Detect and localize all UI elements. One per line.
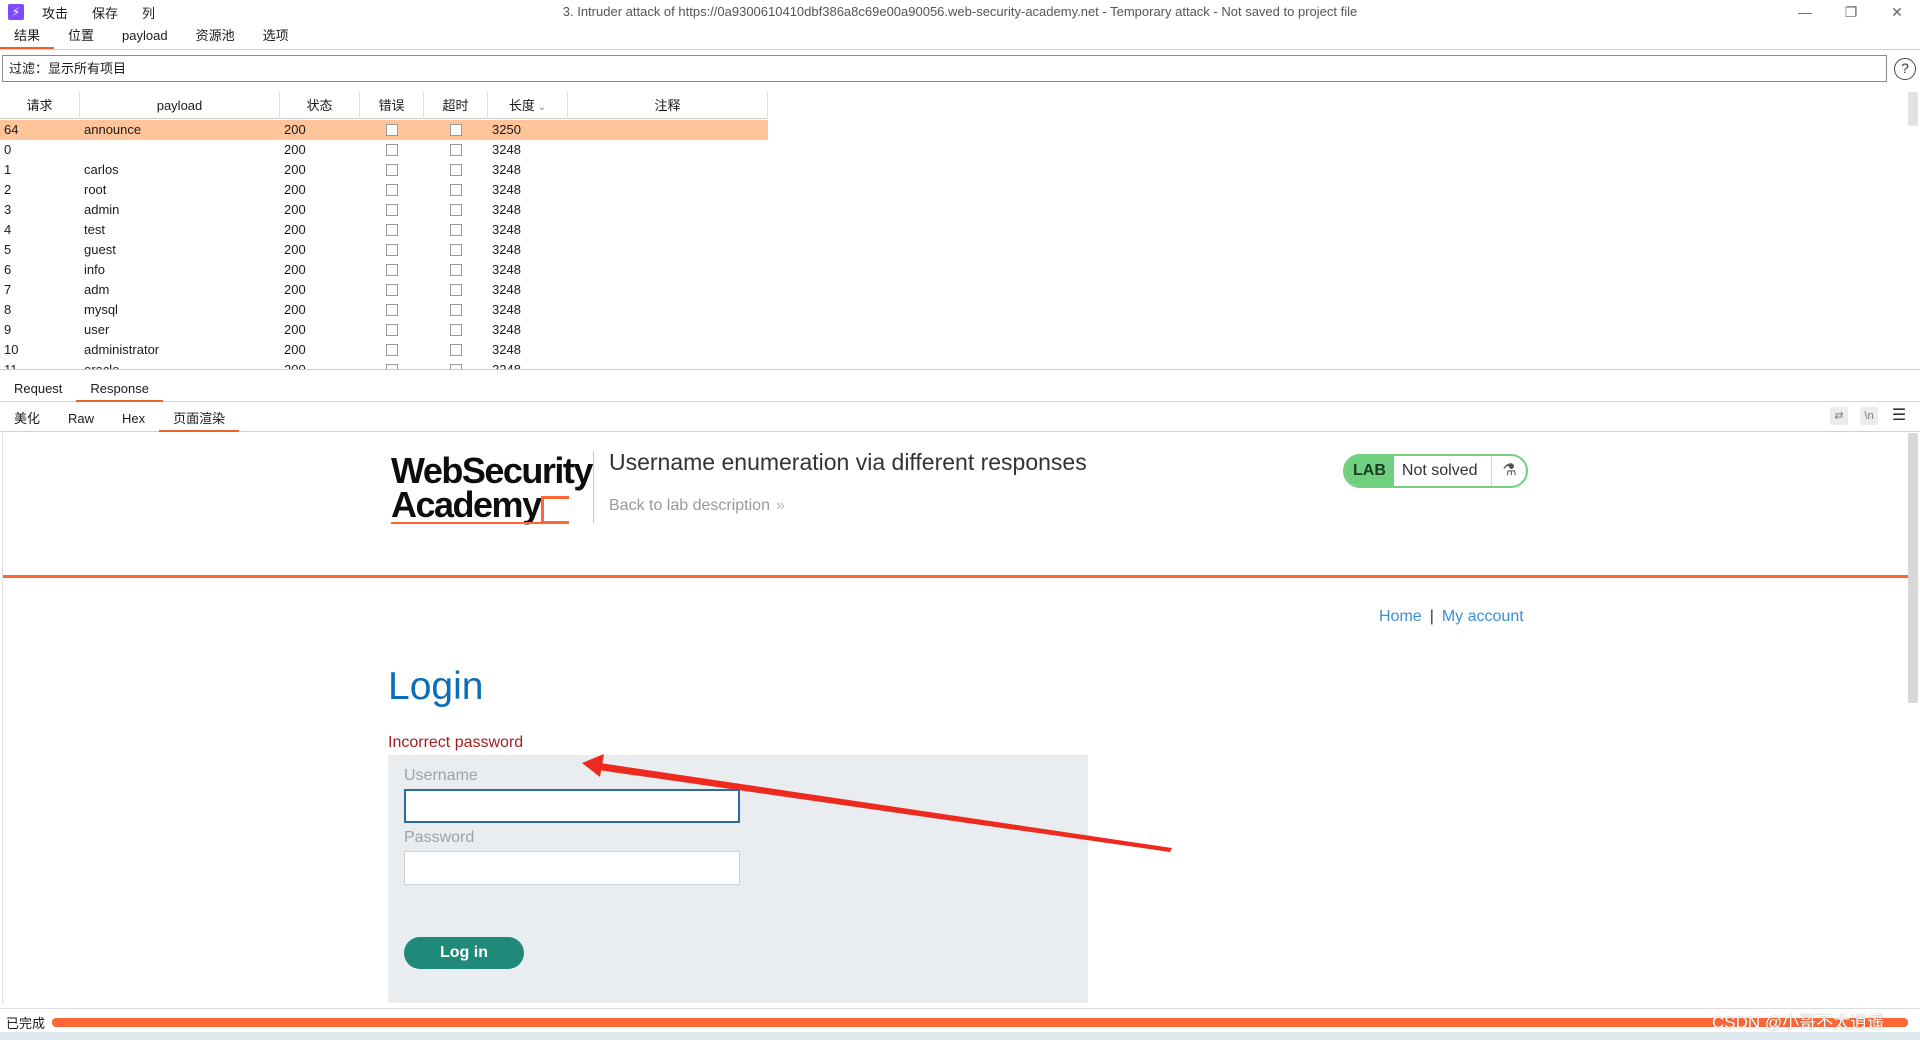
watermark: CSDN @小哥不太逍遥 — [1712, 1013, 1885, 1032]
status-text: 已完成 — [6, 1016, 46, 1031]
arrow-shaft — [598, 763, 1172, 852]
taskbar-strip — [0, 1032, 1920, 1040]
status-bar: 已完成 — [0, 1008, 1920, 1032]
arrow-head — [582, 754, 604, 777]
red-arrow-annotation — [582, 754, 1172, 852]
progress-bar — [52, 1018, 1908, 1027]
